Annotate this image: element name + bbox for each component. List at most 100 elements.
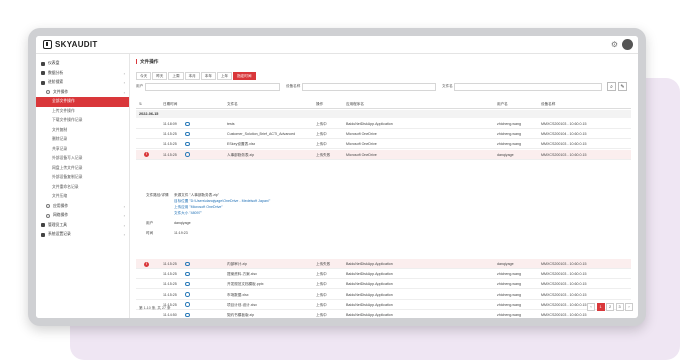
- sidebar-item-label: 文件重命名记录: [52, 184, 79, 189]
- sidebar-item[interactable]: 应用操作 ›: [36, 202, 129, 212]
- info-icon[interactable]: [185, 152, 190, 157]
- pagination-summary: 第 1-10 条, 共 27 条: [139, 306, 171, 310]
- sidebar-item[interactable]: 网络操作 ›: [36, 211, 129, 221]
- cell-file[interactable]: ESkey设置表.xlsx: [227, 142, 255, 147]
- cell-file[interactable]: tests: [227, 122, 235, 126]
- cell-file[interactable]: 项目计划-设计.xlsx: [227, 303, 257, 308]
- tab-date-range[interactable]: 昨天: [152, 72, 168, 80]
- table-row[interactable]: 11:15:25 提案资料-方案.xlsx 上传中 BaiduNetDiskApp.A…: [136, 269, 631, 280]
- cell-file[interactable]: 开发规范文档模板.pptx: [227, 282, 264, 287]
- tab-date-range[interactable]: 上周: [168, 72, 184, 80]
- sidebar-item[interactable]: 外部设备复制记录: [36, 173, 129, 183]
- info-icon[interactable]: [185, 292, 190, 297]
- sidebar-item[interactable]: 文件复制: [36, 126, 129, 136]
- info-icon[interactable]: [185, 302, 190, 307]
- avatar[interactable]: [622, 39, 633, 50]
- column-header[interactable]: 文件名: [227, 102, 238, 107]
- sidebar-item[interactable]: 上传文件操作: [36, 107, 129, 117]
- tab-date-range[interactable]: 今天: [136, 72, 152, 80]
- device-frame: SKYAUDIT ⚙ 仪表盘 数据分析 › 进阶搜索 › 文件操作 › 全部文件操作 上传文件操…: [28, 28, 646, 326]
- cell-user: zhicheng.wang: [497, 282, 521, 287]
- column-header[interactable]: 应用程序名: [346, 102, 364, 107]
- table-row[interactable]: 11:15:25 项目计划-设计.xlsx 上传中 BaiduNetDiskApp.A…: [136, 300, 631, 310]
- page-title: 文件操作: [136, 59, 158, 64]
- column-header[interactable]: 日期时间: [163, 102, 177, 107]
- sidebar-item[interactable]: 全部文件操作: [36, 97, 129, 107]
- sidebar-item-label: 文件复制: [52, 127, 68, 132]
- info-icon[interactable]: [185, 281, 190, 287]
- sidebar-item[interactable]: 文件重命名记录: [36, 183, 129, 193]
- sidebar-item[interactable]: 数据分析 ›: [36, 69, 129, 79]
- column-header[interactable]: 操作: [316, 102, 323, 107]
- cell-user: danqiyage: [497, 152, 514, 157]
- user-filter-label: 用户: [136, 84, 144, 88]
- info-icon[interactable]: [185, 271, 190, 277]
- cell-app: BaiduNetDiskApp.Application: [346, 272, 393, 277]
- cell-file[interactable]: 人事部勤务表.zip: [227, 153, 254, 158]
- gear-icon[interactable]: ⚙: [611, 40, 618, 49]
- cell-user: danqiyage: [497, 262, 514, 266]
- sidebar-item-label: 外部设备写入记录: [52, 156, 83, 161]
- sidebar-item[interactable]: 进阶搜索 ›: [36, 78, 129, 88]
- page-button[interactable]: 1: [596, 303, 605, 311]
- cell-file[interactable]: 提案资料-方案.xlsx: [227, 272, 257, 277]
- sidebar-item[interactable]: 仪表盘: [36, 59, 129, 69]
- info-icon[interactable]: [185, 121, 190, 126]
- sidebar-item[interactable]: 文件压缩: [36, 192, 129, 202]
- table-row[interactable]: 11:15:25 Customer_Solution_Brief_ACTI_Adv…: [136, 129, 631, 140]
- table-row[interactable]: ! 11:15:25 人事部勤务表.zip 上传失败 Microsoft OneDriv…: [136, 149, 631, 160]
- sidebar-item[interactable]: 文件操作 ›: [36, 88, 129, 98]
- sidebar-item-label: 文件操作: [53, 89, 69, 94]
- sidebar-item[interactable]: 管理员工具 ›: [36, 221, 129, 231]
- main-content: 文件操作 今天 昨天 上周 本月 本年 上年 指定时间 用户 设备名称 文件名 ⌕ ✎ ⇅ …: [131, 54, 638, 318]
- table-row[interactable]: 11:14:50 契约书模板版.zip 上传中 BaiduNetDiskApp.App…: [136, 310, 631, 318]
- user-filter-input[interactable]: [145, 83, 280, 91]
- cell-file[interactable]: 契约书模板版.zip: [227, 313, 254, 318]
- table-row[interactable]: ! 11:15:25 内部审计.zip 上传失败 BaiduNetDiskApp.App…: [136, 259, 631, 269]
- sidebar-item-label: 仪表盘: [48, 61, 60, 66]
- column-header[interactable]: 用户名: [497, 102, 508, 107]
- tab-date-range[interactable]: 指定时间: [233, 72, 256, 80]
- info-icon[interactable]: [185, 141, 190, 147]
- cell-app: BaiduNetDiskApp.Application: [346, 302, 393, 307]
- info-icon[interactable]: [185, 312, 190, 317]
- table-row[interactable]: 11:15:25 ESkey设置表.xlsx 上传中 Microsoft OneDri…: [136, 139, 631, 150]
- filter-bar: 用户 设备名称 文件名 ⌕ ✎: [136, 82, 631, 92]
- sidebar-item[interactable]: 删除记录: [36, 135, 129, 145]
- cell-device: MMXCS200103 - 10.60.0.15: [541, 142, 587, 147]
- date-group-header[interactable]: 2022-06-15: [136, 110, 631, 118]
- table-row[interactable]: 11:15:25 市场数据.xlsx 上传中 BaiduNetDiskApp.Appl…: [136, 290, 631, 300]
- sidebar-item[interactable]: 系统设置记录 ›: [36, 230, 129, 240]
- clear-filter-button[interactable]: ✎: [618, 82, 627, 91]
- page-button[interactable]: 2: [606, 303, 614, 311]
- search-button[interactable]: ⌕: [607, 82, 616, 91]
- table-row[interactable]: 11:15:25 开发规范文档模板.pptx 上传中 BaiduNetDiskApp.…: [136, 279, 631, 290]
- table-row[interactable]: 11:18:09 tests 上传中 BaiduNetDiskApp.Applicat…: [136, 119, 631, 129]
- tab-date-range[interactable]: 本月: [184, 72, 200, 80]
- tab-date-range[interactable]: 上年: [216, 72, 233, 80]
- cell-file[interactable]: 内部审计.zip: [227, 262, 247, 267]
- column-header[interactable]: 设备名称: [541, 102, 555, 107]
- page-button[interactable]: 3: [615, 303, 624, 311]
- sort-icon[interactable]: ⇅: [139, 102, 142, 106]
- sidebar-item-label: 删除记录: [52, 137, 68, 142]
- cell-app: BaiduNetDiskApp.Application: [346, 292, 393, 297]
- file-filter-input[interactable]: [454, 83, 602, 91]
- detail-label: 时间: [146, 231, 154, 235]
- tab-date-range[interactable]: 本年: [200, 72, 216, 80]
- sidebar-item[interactable]: 下载文件操作记录: [36, 116, 129, 126]
- cell-action: 上传中: [316, 122, 327, 126]
- cell-file[interactable]: Customer_Solution_Brief_ACTI_Advanced: [227, 132, 295, 136]
- prev-page-button[interactable]: ‹: [587, 303, 595, 311]
- next-page-button[interactable]: ›: [625, 303, 633, 311]
- info-icon[interactable]: [185, 261, 190, 266]
- top-bar: SKYAUDIT ⚙: [36, 36, 638, 54]
- sidebar-item[interactable]: 共享记录: [36, 145, 129, 155]
- sidebar-item[interactable]: 外部设备写入记录: [36, 154, 129, 164]
- sidebar-item[interactable]: 网盘上传文件记录: [36, 164, 129, 174]
- info-icon[interactable]: [185, 131, 190, 137]
- device-filter-input[interactable]: [302, 83, 436, 91]
- cell-time: 11:15:25: [163, 272, 177, 277]
- cell-file[interactable]: 市场数据.xlsx: [227, 293, 249, 298]
- cell-device: MMXCS200103 - 10.60.0.15: [541, 122, 587, 126]
